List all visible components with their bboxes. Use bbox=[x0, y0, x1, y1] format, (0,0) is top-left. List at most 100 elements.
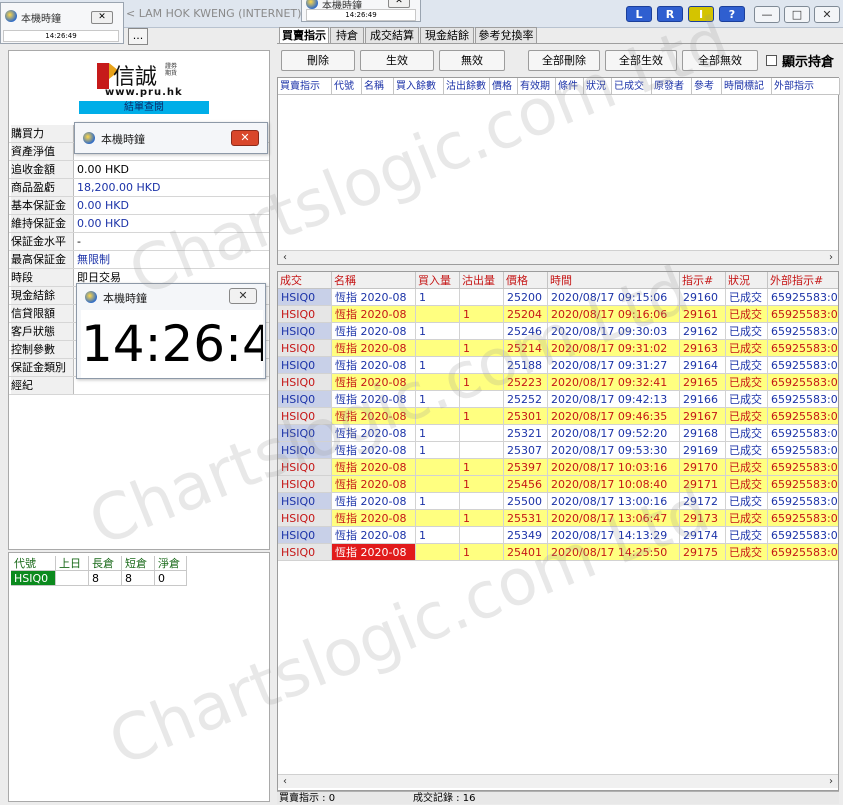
trade-price[interactable]: 25246 bbox=[504, 323, 548, 340]
trade-order[interactable]: 29161 bbox=[680, 306, 726, 323]
trade-time[interactable]: 2020/08/17 09:46:35 bbox=[548, 408, 680, 425]
ellipsis-button[interactable]: ... bbox=[128, 28, 148, 45]
order-header[interactable]: 原發者 bbox=[652, 78, 692, 95]
mini-clock-window-2[interactable]: 本機時鐘 ✕ 14:26:49 bbox=[301, 0, 421, 22]
trade-time[interactable]: 2020/08/17 14:25:50 bbox=[548, 544, 680, 561]
trade-code[interactable]: HSIQ0 bbox=[278, 323, 332, 340]
order-header[interactable]: 時間標記 bbox=[722, 78, 772, 95]
minimize-button[interactable]: — bbox=[754, 6, 780, 23]
trade-price[interactable]: 25456 bbox=[504, 476, 548, 493]
trade-sell[interactable]: 1 bbox=[460, 510, 504, 527]
trade-order[interactable]: 29170 bbox=[680, 459, 726, 476]
trade-header[interactable]: 指示# bbox=[680, 272, 726, 289]
broker-logo[interactable]: 信誠 證券 期貨 www.pru.hk 結單查閱 bbox=[79, 59, 209, 117]
trade-ext[interactable]: 65925583:0 bbox=[768, 459, 838, 476]
positions-header[interactable]: 短倉 bbox=[122, 556, 155, 571]
trade-buy[interactable] bbox=[416, 340, 460, 357]
trade-status[interactable]: 已成交 bbox=[726, 476, 768, 493]
trade-buy[interactable]: 1 bbox=[416, 425, 460, 442]
trade-ext[interactable]: 65925583:0 bbox=[768, 527, 838, 544]
activate-all-button[interactable]: 全部生效 bbox=[605, 50, 677, 71]
trade-buy[interactable] bbox=[416, 306, 460, 323]
trade-status[interactable]: 已成交 bbox=[726, 357, 768, 374]
order-header[interactable]: 狀況 bbox=[584, 78, 612, 95]
trade-price[interactable]: 25397 bbox=[504, 459, 548, 476]
trade-price[interactable]: 25204 bbox=[504, 306, 548, 323]
trade-code[interactable]: HSIQ0 bbox=[278, 391, 332, 408]
trade-header[interactable]: 時間 bbox=[548, 272, 680, 289]
trade-code[interactable]: HSIQ0 bbox=[278, 476, 332, 493]
trade-buy[interactable]: 1 bbox=[416, 493, 460, 510]
table-row[interactable]: HSIQ0 恆指 2020-08 1 25252 2020/08/17 09:42:13… bbox=[278, 391, 838, 408]
trade-time[interactable]: 2020/08/17 09:53:30 bbox=[548, 442, 680, 459]
trade-code[interactable]: HSIQ0 bbox=[278, 425, 332, 442]
table-row[interactable]: HSIQ0 恆指 2020-08 1 25456 2020/08/17 10:08:40… bbox=[278, 476, 838, 493]
trade-time[interactable]: 2020/08/17 09:31:02 bbox=[548, 340, 680, 357]
trade-status[interactable]: 已成交 bbox=[726, 408, 768, 425]
table-row[interactable]: HSIQ0 恆指 2020-08 1 25531 2020/08/17 13:06:47… bbox=[278, 510, 838, 527]
trade-time[interactable]: 2020/08/17 14:13:29 bbox=[548, 527, 680, 544]
trade-ext[interactable]: 65925583:0 bbox=[768, 306, 838, 323]
trade-order[interactable]: 29172 bbox=[680, 493, 726, 510]
trade-order[interactable]: 29173 bbox=[680, 510, 726, 527]
trade-header[interactable]: 成交 bbox=[278, 272, 332, 289]
delete-all-button[interactable]: 全部刪除 bbox=[528, 50, 600, 71]
trade-sell[interactable] bbox=[460, 527, 504, 544]
trade-name[interactable]: 恆指 2020-08 bbox=[332, 544, 416, 561]
trade-header[interactable]: 沽出量 bbox=[460, 272, 504, 289]
position-cell[interactable]: 8 bbox=[89, 571, 122, 586]
trade-ext[interactable]: 65925583:0 bbox=[768, 408, 838, 425]
large-clock-close-button[interactable]: ✕ bbox=[229, 288, 257, 304]
positions-header[interactable]: 淨倉 bbox=[155, 556, 187, 571]
table-row[interactable]: HSIQ0 恆指 2020-08 1 25349 2020/08/17 14:13:29… bbox=[278, 527, 838, 544]
toolbar-button-help[interactable]: ? bbox=[719, 6, 745, 22]
trade-order[interactable]: 29163 bbox=[680, 340, 726, 357]
trade-name[interactable]: 恆指 2020-08 bbox=[332, 510, 416, 527]
trade-time[interactable]: 2020/08/17 09:16:06 bbox=[548, 306, 680, 323]
trade-code[interactable]: HSIQ0 bbox=[278, 374, 332, 391]
trade-name[interactable]: 恆指 2020-08 bbox=[332, 442, 416, 459]
tab-cash[interactable]: 現金結餘 bbox=[420, 27, 474, 43]
position-code[interactable]: HSIQ0 bbox=[11, 571, 56, 586]
table-row[interactable]: HSIQ0 恆指 2020-08 1 25301 2020/08/17 09:46:35… bbox=[278, 408, 838, 425]
positions-header[interactable]: 長倉 bbox=[89, 556, 122, 571]
trade-buy[interactable]: 1 bbox=[416, 289, 460, 306]
trade-status[interactable]: 已成交 bbox=[726, 374, 768, 391]
trade-name[interactable]: 恆指 2020-08 bbox=[332, 391, 416, 408]
trade-name[interactable]: 恆指 2020-08 bbox=[332, 357, 416, 374]
trade-header[interactable]: 狀況 bbox=[726, 272, 768, 289]
deactivate-all-button[interactable]: 全部無效 bbox=[682, 50, 758, 71]
close-button[interactable]: ✕ bbox=[814, 6, 840, 23]
trade-buy[interactable] bbox=[416, 544, 460, 561]
tab-positions[interactable]: 持倉 bbox=[330, 27, 364, 43]
table-row[interactable]: HSIQ0 恆指 2020-08 1 25500 2020/08/17 13:00:16… bbox=[278, 493, 838, 510]
trade-code[interactable]: HSIQ0 bbox=[278, 408, 332, 425]
trade-buy[interactable]: 1 bbox=[416, 391, 460, 408]
trade-status[interactable]: 已成交 bbox=[726, 323, 768, 340]
trade-sell[interactable]: 1 bbox=[460, 340, 504, 357]
trade-order[interactable]: 29162 bbox=[680, 323, 726, 340]
toolbar-button-i[interactable]: I bbox=[688, 6, 714, 22]
order-header[interactable]: 買賣指示 bbox=[278, 78, 332, 95]
trade-status[interactable]: 已成交 bbox=[726, 340, 768, 357]
trade-price[interactable]: 25321 bbox=[504, 425, 548, 442]
order-header[interactable]: 外部指示 bbox=[772, 78, 840, 95]
trade-order[interactable]: 29167 bbox=[680, 408, 726, 425]
trade-ext[interactable]: 65925583:0 bbox=[768, 544, 838, 561]
order-header[interactable]: 買入餘數 bbox=[394, 78, 444, 95]
trade-ext[interactable]: 65925583:0 bbox=[768, 391, 838, 408]
trade-order[interactable]: 29175 bbox=[680, 544, 726, 561]
mini-clock-close-button[interactable]: ✕ bbox=[91, 11, 113, 24]
trade-status[interactable]: 已成交 bbox=[726, 527, 768, 544]
trade-status[interactable]: 已成交 bbox=[726, 391, 768, 408]
trade-time[interactable]: 2020/08/17 09:42:13 bbox=[548, 391, 680, 408]
trade-order[interactable]: 29166 bbox=[680, 391, 726, 408]
position-cell[interactable]: 8 bbox=[122, 571, 155, 586]
table-row[interactable]: HSIQ0 恆指 2020-08 1 25200 2020/08/17 09:15:06… bbox=[278, 289, 838, 306]
trade-code[interactable]: HSIQ0 bbox=[278, 357, 332, 374]
trade-price[interactable]: 25531 bbox=[504, 510, 548, 527]
trade-ext[interactable]: 65925583:0 bbox=[768, 493, 838, 510]
trade-code[interactable]: HSIQ0 bbox=[278, 493, 332, 510]
trade-status[interactable]: 已成交 bbox=[726, 425, 768, 442]
trade-sell[interactable] bbox=[460, 425, 504, 442]
